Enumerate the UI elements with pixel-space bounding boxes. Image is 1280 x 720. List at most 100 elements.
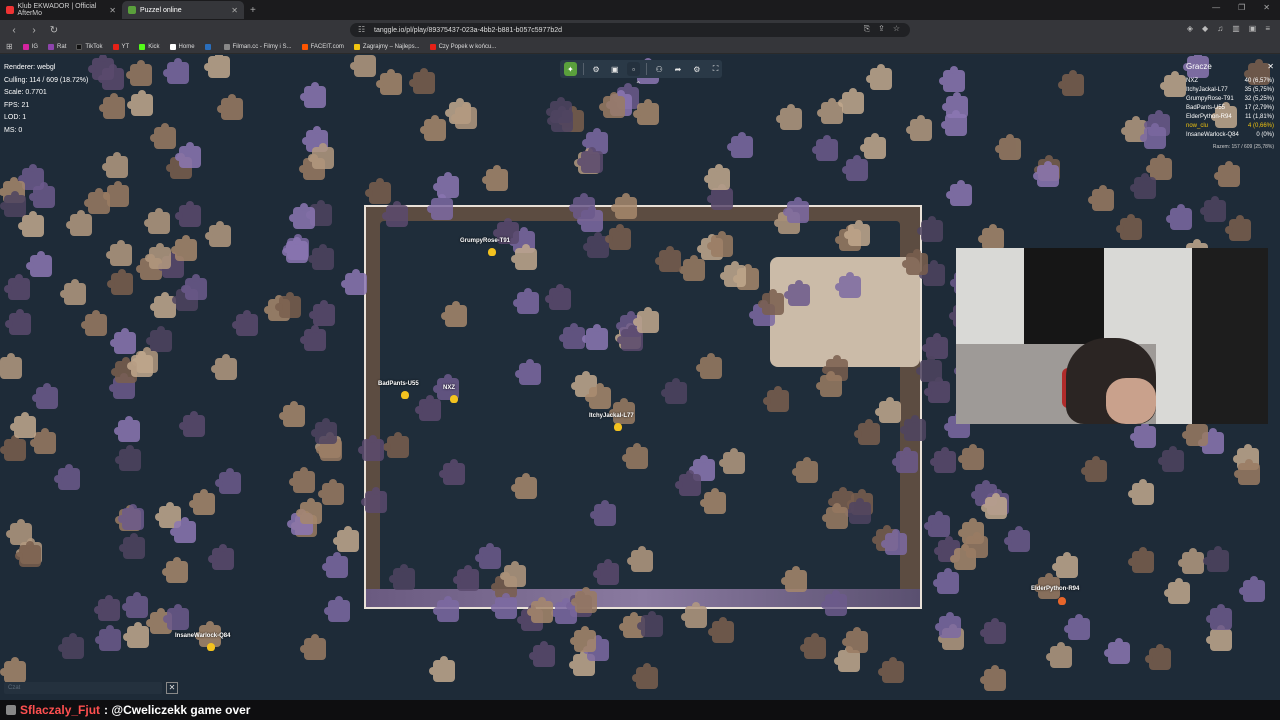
puzzle-piece[interactable] bbox=[32, 383, 58, 409]
puzzle-piece[interactable] bbox=[585, 383, 611, 409]
puzzle-piece[interactable] bbox=[1239, 576, 1265, 602]
tab-klub-ekwador[interactable]: Klub EKWADOR | Official AfterMo ✕ bbox=[0, 1, 122, 19]
collapse-toolbar-icon[interactable]: ⌃ bbox=[635, 80, 642, 89]
puzzle-piece[interactable] bbox=[860, 133, 886, 159]
puzzle-piece[interactable] bbox=[58, 633, 84, 659]
puzzle-piece[interactable] bbox=[627, 546, 653, 572]
minimize-icon[interactable]: — bbox=[1212, 3, 1220, 12]
puzzle-piece[interactable] bbox=[569, 193, 595, 219]
puzzle-piece[interactable] bbox=[781, 566, 807, 592]
bookmark-filman[interactable]: Filman.cc - Filmy i S... bbox=[223, 43, 292, 50]
puzzle-piece[interactable] bbox=[1203, 546, 1229, 572]
puzzle-piece[interactable] bbox=[429, 656, 455, 682]
settings-icon[interactable]: ⚙ bbox=[590, 62, 603, 76]
puzzle-piece[interactable] bbox=[632, 663, 658, 689]
puzzle-piece[interactable] bbox=[282, 237, 308, 263]
puzzle-piece[interactable] bbox=[119, 533, 145, 559]
puzzle-piece[interactable] bbox=[333, 526, 359, 552]
puzzle-piece[interactable] bbox=[275, 292, 301, 318]
puzzle-piece[interactable] bbox=[924, 377, 950, 403]
puzzle-piece[interactable] bbox=[1088, 185, 1114, 211]
reload-icon[interactable]: ↻ bbox=[48, 25, 60, 36]
puzzle-piece[interactable] bbox=[622, 443, 648, 469]
puzzle-piece[interactable] bbox=[409, 68, 435, 94]
puzzle-piece[interactable] bbox=[633, 307, 659, 333]
puzzle-piece[interactable] bbox=[66, 210, 92, 236]
puzzle-piece[interactable] bbox=[439, 459, 465, 485]
puzzle-piece[interactable] bbox=[727, 132, 753, 158]
puzzle-piece[interactable] bbox=[707, 231, 733, 257]
maximize-icon[interactable]: ❐ bbox=[1238, 3, 1245, 12]
puzzle-piece[interactable] bbox=[1145, 644, 1171, 670]
puzzle-piece[interactable] bbox=[1033, 161, 1059, 187]
puzzle-piece[interactable] bbox=[115, 445, 141, 471]
puzzle-piece[interactable] bbox=[491, 593, 517, 619]
puzzle-piece[interactable] bbox=[906, 115, 932, 141]
puzzle-piece[interactable] bbox=[696, 353, 722, 379]
puzzle-piece[interactable] bbox=[707, 184, 733, 210]
ghost-toggle-icon[interactable]: ▫ bbox=[627, 62, 640, 76]
puzzle-piece[interactable] bbox=[1116, 214, 1142, 240]
puzzle-piece[interactable] bbox=[1214, 161, 1240, 187]
puzzle-piece[interactable] bbox=[590, 500, 616, 526]
puzzle-piece[interactable] bbox=[144, 208, 170, 234]
puzzle-piece[interactable] bbox=[1128, 479, 1154, 505]
puzzle-piece[interactable] bbox=[720, 261, 746, 287]
puzzle-piece[interactable] bbox=[99, 93, 125, 119]
puzzle-piece[interactable] bbox=[838, 88, 864, 114]
puzzle-piece[interactable] bbox=[941, 110, 967, 136]
puzzle-piece[interactable] bbox=[289, 203, 315, 229]
puzzle-piece[interactable] bbox=[175, 201, 201, 227]
puzzle-piece[interactable] bbox=[126, 60, 152, 86]
bookmark-star-icon[interactable]: ☆ bbox=[893, 24, 900, 34]
puzzle-piece[interactable] bbox=[878, 657, 904, 683]
puzzle-piece[interactable] bbox=[123, 622, 149, 648]
puzzle-piece[interactable] bbox=[816, 371, 842, 397]
puzzle-piece[interactable] bbox=[719, 448, 745, 474]
puzzle-piece[interactable] bbox=[205, 221, 231, 247]
puzzle-piece[interactable] bbox=[308, 244, 334, 270]
puzzle-piece[interactable] bbox=[382, 201, 408, 227]
puzzle-piece[interactable] bbox=[980, 665, 1006, 691]
puzzle-piece[interactable] bbox=[834, 646, 860, 672]
chat-input[interactable]: Czat bbox=[4, 682, 162, 694]
bookmark-czy-popek[interactable]: Czy Popek w końcu... bbox=[429, 43, 496, 50]
puzzle-piece[interactable] bbox=[208, 544, 234, 570]
puzzle-piece[interactable] bbox=[939, 66, 965, 92]
puzzle-piece[interactable] bbox=[917, 216, 943, 242]
puzzle-piece[interactable] bbox=[170, 517, 196, 543]
puzzle-piece[interactable] bbox=[163, 58, 189, 84]
puzzle-piece[interactable] bbox=[482, 165, 508, 191]
bookmark-home[interactable]: Home bbox=[169, 43, 195, 50]
sidebar-icon[interactable]: ▥ bbox=[1232, 24, 1240, 33]
tab-puzzel-online[interactable]: Puzzel online ✕ bbox=[122, 1, 244, 19]
puzzle-piece[interactable] bbox=[232, 310, 258, 336]
puzzle-piece[interactable] bbox=[181, 274, 207, 300]
puzzle-piece[interactable] bbox=[995, 134, 1021, 160]
puzzle-piece[interactable] bbox=[800, 633, 826, 659]
puzzle-piece[interactable] bbox=[1058, 70, 1084, 96]
puzzle-piece[interactable] bbox=[661, 378, 687, 404]
puzzle-piece[interactable] bbox=[441, 301, 467, 327]
puzzle-piece[interactable] bbox=[527, 597, 553, 623]
puzzle-piece[interactable] bbox=[383, 432, 409, 458]
puzzle-piece[interactable] bbox=[1130, 173, 1156, 199]
address-bar[interactable]: ☷ tanggle.io/pl/play/89375437-023a-4bb2-… bbox=[350, 23, 910, 37]
puzzle-piece[interactable] bbox=[54, 464, 80, 490]
puzzle-piece[interactable] bbox=[599, 92, 625, 118]
puzzle-piece[interactable] bbox=[114, 416, 140, 442]
puzzle-piece[interactable] bbox=[593, 559, 619, 585]
puzzle-piece[interactable] bbox=[26, 251, 52, 277]
puzzle-piece[interactable] bbox=[311, 418, 337, 444]
puzzle-piece[interactable] bbox=[821, 590, 847, 616]
puzzle-piece[interactable] bbox=[179, 411, 205, 437]
back-icon[interactable]: ‹ bbox=[8, 25, 20, 36]
puzzle-piece[interactable] bbox=[103, 181, 129, 207]
extension-icon[interactable]: ◆ bbox=[1202, 24, 1208, 33]
puzzle-piece[interactable] bbox=[776, 104, 802, 130]
puzzle-piece[interactable] bbox=[81, 310, 107, 336]
puzzle-piece[interactable] bbox=[300, 82, 326, 108]
bookmark-ig[interactable]: IG bbox=[22, 43, 38, 50]
puzzle-piece[interactable] bbox=[1064, 614, 1090, 640]
puzzle-piece[interactable] bbox=[875, 397, 901, 423]
